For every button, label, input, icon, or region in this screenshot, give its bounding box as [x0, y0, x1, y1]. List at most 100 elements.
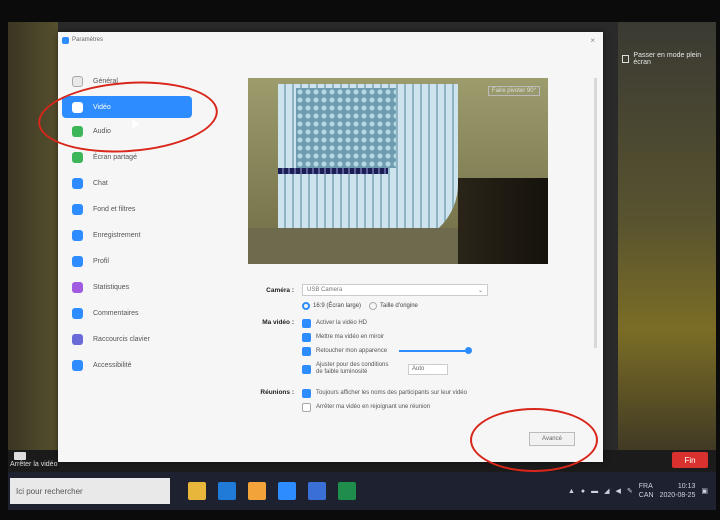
microphone-icon: ●	[580, 487, 586, 495]
sidebar-item-label: Raccourcis clavier	[93, 335, 150, 343]
settings-title: Paramètres	[72, 37, 104, 43]
turn-off-video-option[interactable]: Arrêter ma vidéo en rejoignant une réuni…	[302, 400, 467, 414]
preview-curtain-band	[278, 168, 388, 174]
meeting-video-left	[8, 22, 58, 462]
gear-icon	[72, 75, 83, 87]
ratio-wide-label: 16:9 (Écran large)	[313, 303, 362, 309]
mirror-checkbox[interactable]	[302, 332, 311, 342]
fullscreen-button[interactable]: Passer en mode plein écran	[618, 52, 716, 66]
monitor-screen: Passer en mode plein écran Arrêter la vi…	[8, 22, 716, 510]
my-video-row: Ma vidéo : Activer la vidéo HD Mettre ma…	[248, 316, 558, 380]
preview-desk	[458, 178, 548, 264]
sidebar-item-label: Chat	[93, 179, 108, 187]
fullscreen-icon	[622, 55, 630, 63]
excel-icon[interactable]	[338, 482, 356, 500]
touch-up-label: Retoucher mon apparence	[316, 348, 388, 354]
chevron-up-icon[interactable]: ▲	[568, 488, 575, 495]
red-annotation-advanced	[470, 408, 598, 472]
accessibility-icon	[72, 359, 83, 371]
camera-icon	[14, 452, 26, 460]
camera-label: Caméra :	[266, 286, 294, 294]
hd-label: Activer la vidéo HD	[316, 320, 368, 326]
sidebar-item-label: Profil	[93, 257, 109, 265]
stop-video-button[interactable]: Arrêter la vidéo	[10, 452, 57, 468]
meeting-video-right: Passer en mode plein écran	[618, 22, 716, 462]
sidebar-item-label: Commentaires	[93, 309, 139, 317]
volume-icon: ◀	[615, 488, 621, 495]
sidebar-item-profile[interactable]: Profil	[62, 248, 192, 274]
hd-checkbox[interactable]	[302, 318, 311, 328]
stats-icon	[72, 281, 83, 293]
low-light-option[interactable]: Ajuster pour des conditions de faible lu…	[302, 358, 469, 380]
low-light-label: Ajuster pour des conditions de faible lu…	[316, 362, 389, 375]
end-meeting-button[interactable]: Fin	[672, 452, 708, 468]
clock-date: 2020-08-25	[659, 492, 696, 499]
outlook-icon[interactable]	[308, 482, 326, 500]
show-names-checkbox[interactable]	[302, 388, 311, 398]
ratio-original-label: Taille d'origine	[380, 303, 418, 309]
system-tray: ▲ ● ▬ ◢ ◀ ✎ FRA CAN 10:13 2020-08-25 ▣	[568, 482, 716, 500]
taskbar-apps	[188, 482, 356, 500]
show-names-label: Toujours afficher les noms des participa…	[316, 390, 467, 396]
meetings-label: Réunions :	[260, 389, 294, 396]
feedback-icon	[72, 307, 83, 319]
windows-taskbar: Ici pour rechercher ▲ ● ▬ ◢ ◀ ✎ FRA CAN …	[8, 472, 716, 510]
sidebar-item-stats[interactable]: Statistiques	[62, 274, 192, 300]
settings-titlebar: Paramètres ×	[58, 32, 603, 48]
edge-icon[interactable]	[218, 482, 236, 500]
turn-off-video-checkbox[interactable]	[302, 402, 311, 412]
low-light-select[interactable]: Auto	[408, 363, 448, 375]
pen-icon: ✎	[626, 488, 633, 495]
file-explorer-icon[interactable]	[188, 482, 206, 500]
background-icon	[72, 203, 83, 215]
touch-up-checkbox[interactable]	[302, 346, 311, 356]
camera-select-value: USB Camera	[307, 287, 343, 293]
ratio-original-radio[interactable]	[369, 302, 378, 310]
sidebar-item-label: Statistiques	[93, 283, 130, 291]
camera-select[interactable]: USB Camera ⌄	[302, 284, 488, 296]
keyboard-icon	[72, 333, 83, 345]
language-indicator[interactable]: FRA CAN	[639, 482, 654, 500]
sidebar-item-label: Fond et filtres	[93, 205, 136, 213]
preview-lace-curtain	[296, 88, 396, 168]
chrome-icon[interactable]	[248, 482, 266, 500]
taskbar-search-input[interactable]: Ici pour rechercher	[10, 478, 170, 504]
rotate-camera-button[interactable]: Faire pivoter 90°	[487, 86, 540, 96]
sidebar-item-feedback[interactable]: Commentaires	[62, 300, 192, 326]
close-icon[interactable]: ×	[590, 36, 595, 45]
low-light-select-value: Auto	[412, 366, 425, 372]
show-names-option[interactable]: Toujours afficher les noms des participa…	[302, 386, 467, 400]
chevron-down-icon: ⌄	[477, 287, 483, 294]
mirror-option[interactable]: Mettre ma vidéo en miroir	[302, 330, 469, 344]
sidebar-item-label: Enregistrement	[93, 231, 141, 239]
ratio-wide-radio[interactable]	[302, 302, 310, 310]
settings-scrollbar[interactable]	[594, 78, 597, 348]
zoom-app-icon[interactable]	[278, 482, 296, 500]
photo-frame: Passer en mode plein écran Arrêter la vi…	[0, 0, 720, 520]
chat-icon	[72, 177, 83, 189]
notifications-icon[interactable]: ▣	[701, 487, 708, 495]
sidebar-item-chat[interactable]: Chat	[62, 170, 192, 196]
touch-up-slider[interactable]	[399, 347, 473, 354]
sidebar-item-accessibility[interactable]: Accessibilité	[62, 352, 192, 378]
profile-icon	[72, 255, 83, 267]
ratio-row: 16:9 (Écran large) Taille d'origine	[248, 302, 558, 310]
sidebar-item-record[interactable]: Enregistrement	[62, 222, 192, 248]
hd-option[interactable]: Activer la vidéo HD	[302, 316, 469, 330]
my-video-options: Activer la vidéo HD Mettre ma vidéo en m…	[302, 316, 473, 380]
sidebar-item-keyboard[interactable]: Raccourcis clavier	[62, 326, 192, 352]
sidebar-item-background[interactable]: Fond et filtres	[62, 196, 192, 222]
sidebar-item-label: Écran partagé	[93, 153, 137, 161]
slider-knob[interactable]	[465, 347, 473, 354]
clock[interactable]: 10:13 2020-08-25	[660, 482, 696, 500]
network-icon: ◢	[604, 488, 610, 495]
mirror-label: Mettre ma vidéo en miroir	[316, 334, 385, 340]
touch-up-option[interactable]: Retoucher mon apparence	[302, 344, 473, 358]
zoom-logo-icon	[62, 36, 69, 44]
sidebar-item-label: Accessibilité	[93, 361, 132, 369]
share-screen-icon	[72, 151, 83, 163]
turn-off-video-label: Arrêter ma vidéo en rejoignant une réuni…	[316, 404, 431, 410]
video-preview: Faire pivoter 90°	[248, 78, 548, 264]
low-light-checkbox[interactable]	[302, 364, 311, 374]
camera-row: Caméra : USB Camera ⌄	[248, 284, 558, 296]
